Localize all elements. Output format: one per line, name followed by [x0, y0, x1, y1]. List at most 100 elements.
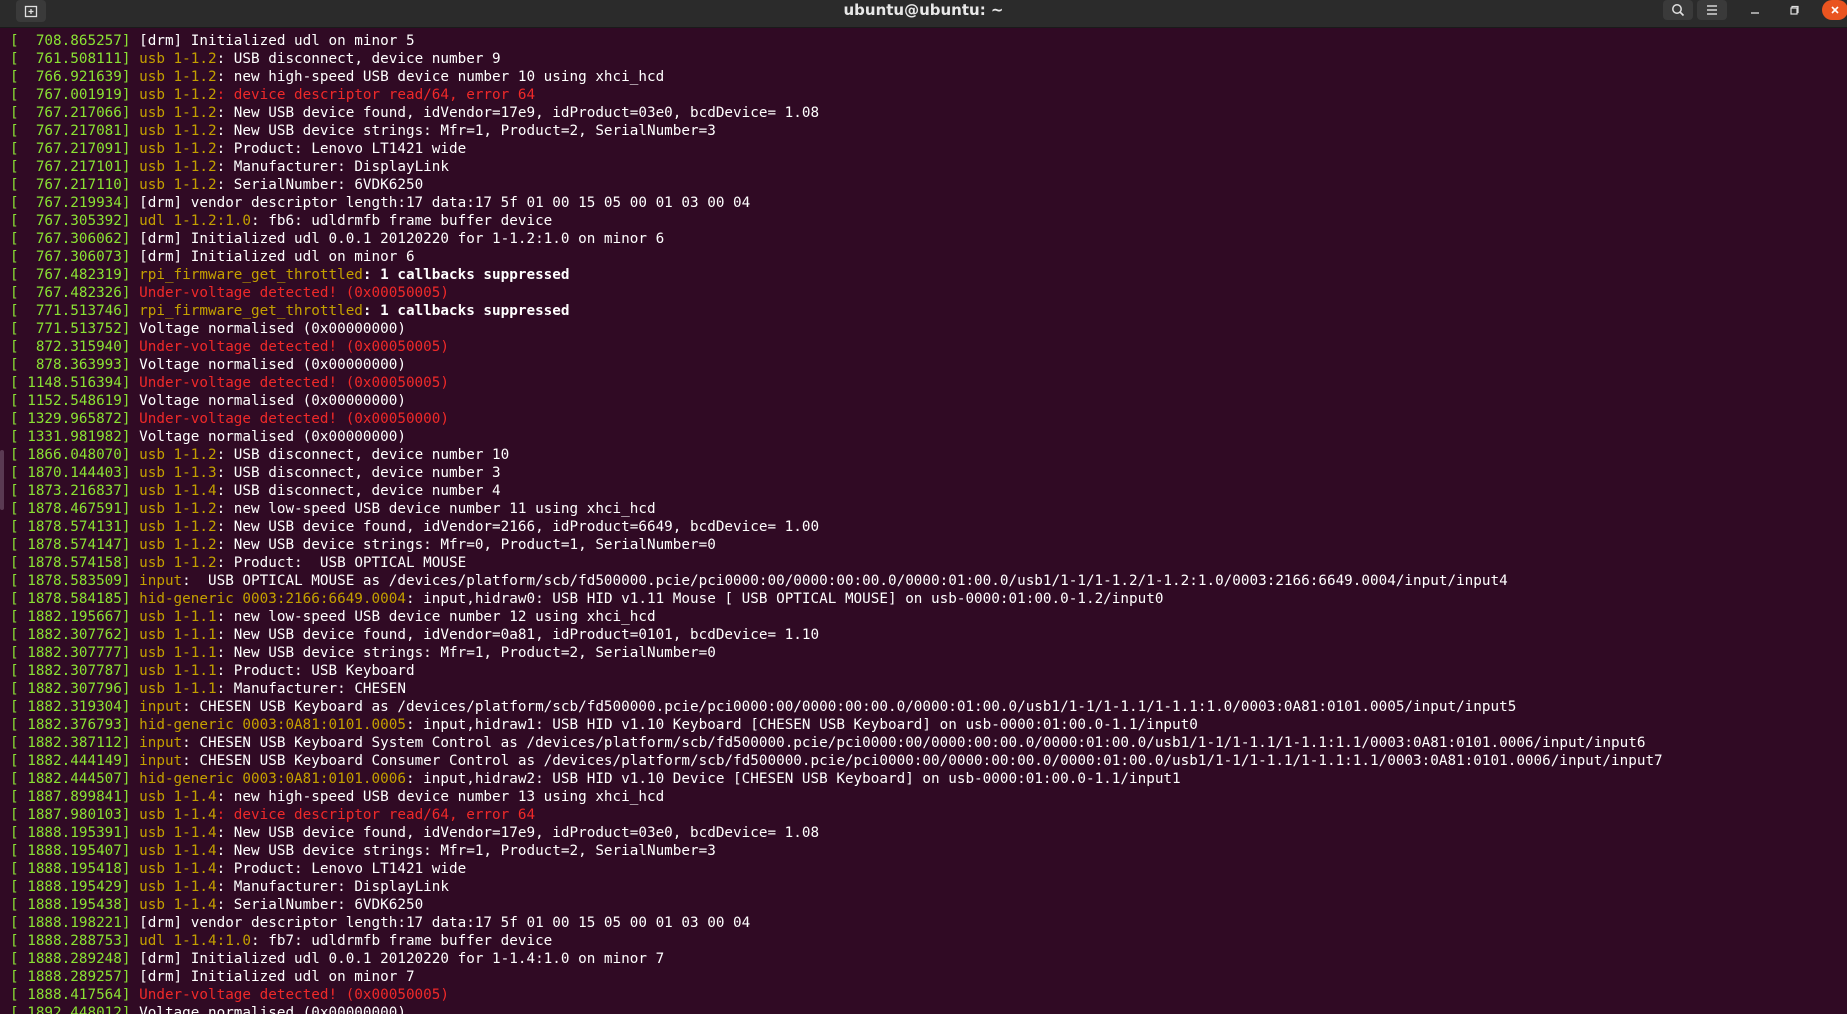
log-timestamp: [ 767.219934] [10, 195, 131, 211]
close-button[interactable] [1822, 0, 1847, 20]
search-button[interactable] [1663, 0, 1693, 20]
terminal-line: [ 1888.288753] udl 1-1.4:1.0: fb7: udldr… [10, 932, 1847, 950]
log-timestamp: [ 1887.899841] [10, 789, 131, 805]
log-timestamp: [ 1882.319304] [10, 699, 131, 715]
log-message: [drm] Initialized udl on minor 7 [130, 969, 415, 985]
log-message: : input,hidraw0: USB HID v1.11 Mouse [ U… [405, 591, 1164, 607]
log-device: usb 1-1.2 [130, 123, 217, 139]
terminal-line: [ 767.217091] usb 1-1.2: Product: Lenovo… [10, 140, 1847, 158]
log-message: : 1 callbacks suppressed [362, 267, 570, 283]
log-message: [drm] vendor descriptor length:17 data:1… [130, 195, 751, 211]
log-message: : new high-speed USB device number 10 us… [216, 69, 665, 85]
log-timestamp: [ 1887.980103] [10, 807, 131, 823]
terminal-line: [ 878.363993] Voltage normalised (0x0000… [10, 356, 1847, 374]
log-device: hid-generic 0003:0A81:0101.0006 [130, 771, 406, 787]
terminal-line: [ 1873.216837] usb 1-1.4: USB disconnect… [10, 482, 1847, 500]
log-message: Voltage normalised (0x00000000) [130, 321, 406, 337]
terminal-line: [ 872.315940] Under-voltage detected! (0… [10, 338, 1847, 356]
terminal-line: [ 1878.574147] usb 1-1.2: New USB device… [10, 536, 1847, 554]
log-message: [drm] vendor descriptor length:17 data:1… [130, 915, 751, 931]
log-timestamp: [ 1882.387112] [10, 735, 131, 751]
log-device: udl 1-1.4:1.0 [130, 933, 252, 949]
terminal-line: [ 767.001919] usb 1-1.2: device descript… [10, 86, 1847, 104]
log-message: : Manufacturer: DisplayLink [216, 879, 449, 895]
log-timestamp: [ 1878.583509] [10, 573, 131, 589]
log-message: : device descriptor read/64, error 64 [216, 807, 536, 823]
menu-button[interactable] [1697, 0, 1727, 20]
log-timestamp: [ 1882.307777] [10, 645, 131, 661]
log-message: : Product: USB OPTICAL MOUSE [216, 555, 467, 571]
log-device: usb 1-1.4 [130, 897, 217, 913]
log-timestamp: [ 1882.444507] [10, 771, 131, 787]
terminal-line: [ 766.921639] usb 1-1.2: new high-speed … [10, 68, 1847, 86]
terminal-output[interactable]: [ 708.865257] [drm] Initialized udl on m… [0, 29, 1847, 1014]
new-tab-button[interactable] [16, 0, 46, 22]
maximize-icon [1790, 5, 1799, 15]
log-device: usb 1-1.1 [130, 645, 217, 661]
terminal-line: [ 1152.548619] Voltage normalised (0x000… [10, 392, 1847, 410]
log-device: usb 1-1.4 [130, 807, 217, 823]
log-message: : Manufacturer: DisplayLink [216, 159, 449, 175]
search-icon [1672, 4, 1685, 17]
log-timestamp: [ 766.921639] [10, 69, 131, 85]
log-device: rpi_firmware_get_throttled [130, 267, 363, 283]
log-message: : New USB device strings: Mfr=1, Product… [216, 843, 716, 859]
log-device: usb 1-1.2 [130, 69, 217, 85]
maximize-button[interactable] [1782, 0, 1808, 20]
log-timestamp: [ 1870.144403] [10, 465, 131, 481]
log-timestamp: [ 1888.195418] [10, 861, 131, 877]
terminal-line: [ 1329.965872] Under-voltage detected! (… [10, 410, 1847, 428]
log-device: usb 1-1.2 [130, 105, 217, 121]
terminal-line: [ 1888.198221] [drm] vendor descriptor l… [10, 914, 1847, 932]
log-device: usb 1-1.1 [130, 609, 217, 625]
log-timestamp: [ 1888.195438] [10, 897, 131, 913]
log-timestamp: [ 767.305392] [10, 213, 131, 229]
log-message: Under-voltage detected! (0x00050005) [130, 285, 449, 301]
log-device: usb 1-1.1 [130, 681, 217, 697]
log-timestamp: [ 1888.289248] [10, 951, 131, 967]
log-device: usb 1-1.2 [130, 555, 217, 571]
terminal-line: [ 1888.195438] usb 1-1.4: SerialNumber: … [10, 896, 1847, 914]
log-timestamp: [ 1888.195391] [10, 825, 131, 841]
terminal-line: [ 767.217081] usb 1-1.2: New USB device … [10, 122, 1847, 140]
new-tab-icon [24, 5, 38, 18]
log-timestamp: [ 1882.195667] [10, 609, 131, 625]
log-timestamp: [ 767.306062] [10, 231, 131, 247]
log-message: : CHESEN USB Keyboard System Control as … [182, 735, 1646, 751]
log-message: : New USB device found, idVendor=2166, i… [216, 519, 820, 535]
log-device: usb 1-1.2 [130, 141, 217, 157]
log-timestamp: [ 1888.195407] [10, 843, 131, 859]
log-timestamp: [ 1878.467591] [10, 501, 131, 517]
log-device: input [130, 735, 183, 751]
terminal-line: [ 1878.583509] input: USB OPTICAL MOUSE … [10, 572, 1847, 590]
log-message: : 1 callbacks suppressed [362, 303, 570, 319]
log-message: : new high-speed USB device number 13 us… [216, 789, 665, 805]
log-message: : Product: USB Keyboard [216, 663, 415, 679]
log-timestamp: [ 1878.574158] [10, 555, 131, 571]
log-timestamp: [ 1148.516394] [10, 375, 131, 391]
terminal-line: [ 767.306062] [drm] Initialized udl 0.0.… [10, 230, 1847, 248]
terminal-line: [ 767.217066] usb 1-1.2: New USB device … [10, 104, 1847, 122]
log-timestamp: [ 771.513746] [10, 303, 131, 319]
terminal-line: [ 1878.467591] usb 1-1.2: new low-speed … [10, 500, 1847, 518]
log-timestamp: [ 872.315940] [10, 339, 131, 355]
log-message: : New USB device strings: Mfr=1, Product… [216, 123, 716, 139]
log-timestamp: [ 767.306073] [10, 249, 131, 265]
log-message: Voltage normalised (0x00000000) [130, 1005, 406, 1014]
log-message: : USB disconnect, device number 9 [216, 51, 501, 67]
log-timestamp: [ 1888.198221] [10, 915, 131, 931]
log-device: usb 1-1.2 [130, 519, 217, 535]
log-message: : fb6: udldrmfb frame buffer device [251, 213, 553, 229]
log-timestamp: [ 1152.548619] [10, 393, 131, 409]
log-message: Voltage normalised (0x00000000) [130, 357, 406, 373]
log-device: udl 1-1.2:1.0 [130, 213, 252, 229]
terminal-line: [ 1882.444507] hid-generic 0003:0A81:010… [10, 770, 1847, 788]
minimize-button[interactable] [1742, 0, 1768, 20]
log-message: Under-voltage detected! (0x00050000) [130, 411, 449, 427]
terminal-line: [ 1882.307796] usb 1-1.1: Manufacturer: … [10, 680, 1847, 698]
window-title: ubuntu@ubuntu: ~ [843, 1, 1004, 19]
terminal-line: [ 1887.899841] usb 1-1.4: new high-speed… [10, 788, 1847, 806]
terminal-line: [ 1866.048070] usb 1-1.2: USB disconnect… [10, 446, 1847, 464]
log-device: usb 1-1.4 [130, 825, 217, 841]
terminal-line: [ 1887.980103] usb 1-1.4: device descrip… [10, 806, 1847, 824]
